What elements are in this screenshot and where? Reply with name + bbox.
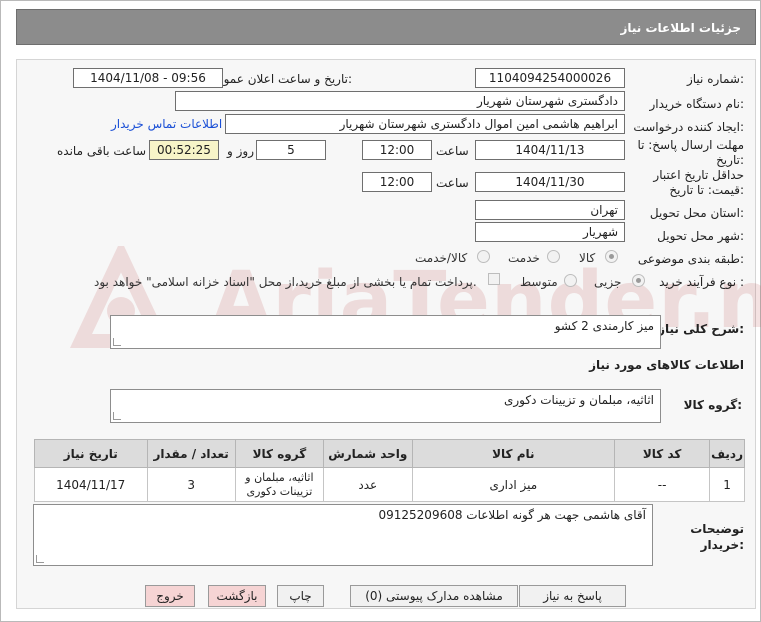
need-number-field[interactable]: 1104094254000026: [475, 68, 625, 88]
cell-unit: عدد: [323, 467, 413, 502]
col-header-date: تاریخ نیاز: [34, 439, 148, 468]
goods-group-label: گروه کالا:: [683, 398, 742, 412]
goods-group-textarea[interactable]: اثاثیه، مبلمان و تزیینات دکوری: [110, 389, 661, 423]
col-header-group: گروه کالا: [234, 439, 325, 468]
resize-handle-icon[interactable]: [113, 412, 121, 420]
category-option-both: کالا/خدمت: [415, 251, 468, 265]
process-label: نوع فرآیند خرید :: [659, 275, 744, 289]
exit-button[interactable]: خروج: [145, 585, 195, 607]
cell-name: میز اداری: [411, 467, 616, 502]
category-option-service: خدمت: [508, 251, 540, 265]
need-details-panel: جزئیات اطلاعات نیاز AriaTender.neT شماره…: [0, 0, 761, 622]
print-button[interactable]: چاپ: [277, 585, 324, 607]
category-radio-service[interactable]: [547, 250, 560, 263]
resize-handle-icon[interactable]: [113, 338, 121, 346]
validity-label-line2: قیمت: تا تاریخ:: [669, 183, 744, 197]
process-radio-minor[interactable]: [632, 274, 645, 287]
process-option-minor: جزیی: [594, 275, 622, 289]
back-button[interactable]: بازگشت: [208, 585, 266, 607]
announce-field[interactable]: 1404/11/08 - 09:56: [73, 68, 223, 88]
goods-group-text: اثاثیه، مبلمان و تزیینات دکوری: [503, 393, 654, 407]
cell-date: 1404/11/17: [34, 467, 148, 502]
buyer-org-label: نام دستگاه خریدار:: [649, 97, 745, 111]
deadline-time-label: ساعت: [436, 144, 469, 158]
province-field[interactable]: تهران: [475, 200, 625, 220]
validity-label-line1: حداقل تاریخ اعتبار: [653, 168, 744, 182]
days-field[interactable]: 5: [256, 140, 326, 160]
category-radio-goods[interactable]: [605, 250, 618, 263]
announce-label: تاریخ و ساعت اعلان عمومی:: [207, 72, 352, 86]
remaining-label: ساعت باقی مانده: [57, 144, 147, 158]
remaining-time-field: 00:52:25: [149, 140, 219, 160]
category-radio-both[interactable]: [477, 250, 490, 263]
col-header-quantity: تعداد / مقدار: [146, 439, 236, 468]
summary-text: میز کارمندی 2 کشو: [554, 319, 654, 333]
view-attachments-button[interactable]: مشاهده مدارک پیوستی (0): [350, 585, 518, 607]
process-option-medium: متوسط: [520, 275, 558, 289]
treasury-payment-text: پرداخت تمام یا بخشی از مبلغ خرید،از محل …: [94, 275, 477, 289]
col-header-unit: واحد شمارش: [323, 439, 413, 468]
process-radio-medium[interactable]: [564, 274, 577, 287]
reply-button[interactable]: پاسخ به نیاز: [519, 585, 626, 607]
province-label: استان محل تحویل:: [649, 206, 744, 220]
validity-time-field[interactable]: 12:00: [362, 172, 432, 192]
table-header-row: ردیف کد کالا نام کالا واحد شمارش گروه کا…: [34, 439, 745, 468]
cell-row-number: 1: [709, 467, 745, 502]
deadline-label-line1: مهلت ارسال پاسخ: تا: [637, 138, 744, 152]
deadline-date-field[interactable]: 1404/11/13: [475, 140, 625, 160]
creator-label: ایجاد کننده درخواست:: [633, 120, 744, 134]
items-table: ردیف کد کالا نام کالا واحد شمارش گروه کا…: [34, 439, 745, 502]
table-row[interactable]: 1 -- میز اداری عدد اثاثیه، مبلمان و تزیی…: [34, 467, 745, 502]
need-number-label: شماره نیاز:: [686, 72, 744, 86]
deadline-label-line2: تاریخ:: [716, 153, 744, 167]
city-label: شهر محل تحویل:: [657, 229, 744, 243]
days-label: روز و: [227, 144, 254, 158]
goods-section-title: اطلاعات کالاهای مورد نیاز: [589, 358, 744, 372]
panel-header: جزئیات اطلاعات نیاز: [16, 9, 756, 45]
contact-info-link[interactable]: اطلاعات تماس خریدار: [111, 117, 222, 131]
summary-textarea[interactable]: میز کارمندی 2 کشو: [110, 315, 661, 349]
notes-label-line1: توضیحات: [690, 522, 744, 536]
col-header-row-number: ردیف: [709, 439, 745, 468]
notes-label-line2: خریدار:: [700, 538, 744, 552]
col-header-code: کد کالا: [614, 439, 711, 468]
notes-text: 09125209608 آقای هاشمی جهت هر گونه اطلاع…: [378, 508, 647, 522]
buyer-org-field[interactable]: دادگستری شهرستان شهریار: [175, 91, 625, 111]
cell-quantity: 3: [146, 467, 236, 502]
category-label: طبقه بندی موضوعی:: [637, 252, 744, 266]
creator-field[interactable]: ابراهیم هاشمی امین اموال دادگستری شهرستا…: [225, 114, 625, 134]
col-header-name: نام کالا: [411, 439, 616, 468]
treasury-checkbox[interactable]: [488, 273, 500, 285]
validity-time-label: ساعت: [436, 176, 469, 190]
resize-handle-icon[interactable]: [36, 555, 44, 563]
summary-label: شرح کلی نیاز:: [658, 322, 744, 336]
validity-date-field[interactable]: 1404/11/30: [475, 172, 625, 192]
deadline-time-field[interactable]: 12:00: [362, 140, 432, 160]
city-field[interactable]: شهریار: [475, 222, 625, 242]
notes-textarea[interactable]: 09125209608 آقای هاشمی جهت هر گونه اطلاع…: [33, 504, 653, 566]
cell-group: اثاثیه، مبلمان و تزیینات دکوری: [234, 467, 325, 502]
cell-code: --: [614, 467, 711, 502]
category-option-goods: کالا: [579, 251, 596, 265]
panel-title: جزئیات اطلاعات نیاز: [620, 21, 741, 35]
